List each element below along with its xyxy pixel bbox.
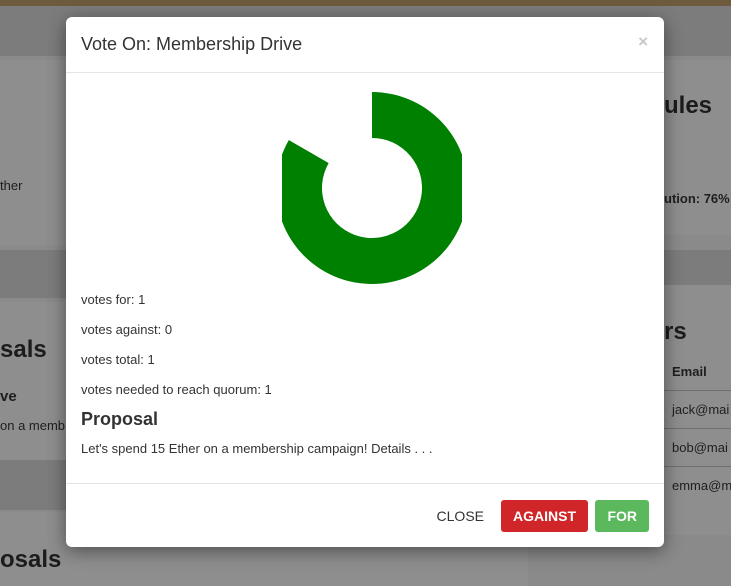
- donut-slices: [282, 92, 462, 284]
- ether-text: ther: [0, 178, 23, 193]
- proposal-text: Let's spend 15 Ether on a membership cam…: [81, 441, 433, 456]
- background-band: [0, 460, 66, 510]
- member-email: emma@m: [672, 478, 731, 493]
- background-card-left: [0, 60, 66, 245]
- proposal-item-text: on a memb: [0, 418, 66, 433]
- close-icon[interactable]: ×: [638, 32, 648, 52]
- votes-against-text: votes against: 0: [81, 322, 173, 337]
- member-email: bob@mai: [672, 440, 728, 455]
- vote-donut-chart: [282, 92, 462, 284]
- for-button[interactable]: FOR: [595, 500, 649, 532]
- email-column-header: Email: [672, 364, 707, 379]
- contribution-text: ution: 76%: [664, 191, 730, 206]
- modal-footer: CLOSE AGAINST FOR: [66, 483, 664, 548]
- quorum-text: votes needed to reach quorum: 1: [81, 382, 272, 397]
- modal-title: Vote On: Membership Drive: [81, 34, 303, 54]
- proposal-heading: Proposal: [81, 409, 159, 429]
- rules-heading: ules: [664, 92, 713, 119]
- member-email: jack@mai: [672, 402, 730, 417]
- background-card-right: [664, 60, 731, 235]
- close-button[interactable]: CLOSE: [425, 500, 496, 532]
- proposal-item-heading: ve: [0, 388, 17, 405]
- against-button[interactable]: AGAINST: [501, 500, 588, 532]
- bottom-proposals-heading: osals: [0, 546, 62, 573]
- members-heading: rs: [664, 318, 687, 345]
- table-divider: [664, 466, 731, 467]
- background-card-proposals: [0, 302, 66, 462]
- proposals-heading: sals: [0, 336, 47, 363]
- vote-modal: Vote On: Membership Drive × votes for: 1…: [66, 17, 664, 547]
- modal-header: Vote On: Membership Drive ×: [66, 17, 664, 73]
- table-divider: [664, 428, 731, 429]
- votes-for-text: votes for: 1: [81, 292, 146, 307]
- votes-total-text: votes total: 1: [81, 352, 155, 367]
- table-divider: [664, 390, 731, 391]
